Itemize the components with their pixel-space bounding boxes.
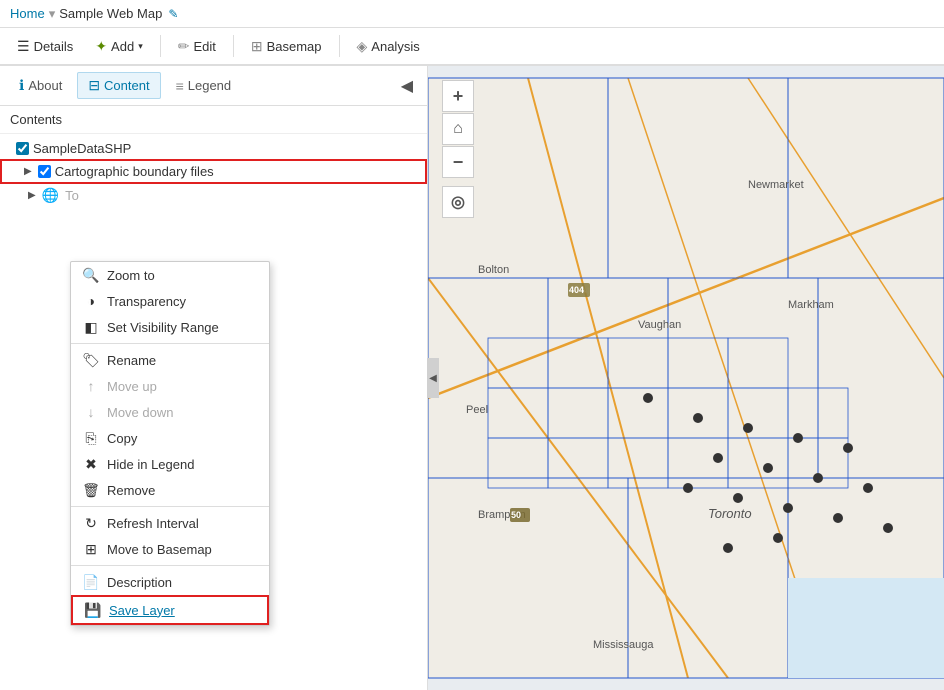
layer-checkbox-parent[interactable] <box>16 142 29 155</box>
ctx-copy[interactable]: ⎘ Copy <box>71 425 269 451</box>
layer-tree: SampleDataSHP ▶ Cartographic boundary fi… <box>0 134 427 211</box>
map-canvas: Newmarket Bolton Vaughan Markham Peel Br… <box>428 66 944 690</box>
panel-tabs: ℹ About ⊟ Content ≡ Legend ◀ <box>0 66 427 106</box>
ctx-sep-1 <box>71 343 269 344</box>
ctx-sep-3 <box>71 565 269 566</box>
svg-text:Toronto: Toronto <box>708 506 752 521</box>
ctx-hide-in-legend[interactable]: ✖ Hide in Legend <box>71 451 269 477</box>
globe-icon: 🌐 <box>42 187 59 204</box>
ctx-move-to-basemap[interactable]: ⊞ Move to Basemap <box>71 536 269 562</box>
ctx-transparency[interactable]: ◑ Transparency <box>71 288 269 314</box>
ctx-description[interactable]: 📄 Description <box>71 569 269 595</box>
toolbar: ☰ Details ✦ Add ▾ ✏ Edit ⊞ Basemap ◈ Ana… <box>0 28 944 66</box>
ctx-move-up: ↑ Move up <box>71 373 269 399</box>
tab-legend[interactable]: ≡ Legend <box>165 73 243 99</box>
tab-about[interactable]: ℹ About <box>8 72 73 99</box>
layer-item-highlighted[interactable]: ▶ Cartographic boundary files <box>0 159 427 184</box>
svg-text:404: 404 <box>569 285 584 295</box>
legend-icon: ≡ <box>176 78 184 94</box>
layer-expand-sub-icon: ▶ <box>28 190 36 201</box>
content-icon: ⊟ <box>88 77 100 94</box>
layer-checkbox-highlighted[interactable] <box>38 165 51 178</box>
details-icon: ☰ <box>17 38 30 55</box>
zoom-in-button[interactable]: + <box>442 80 474 112</box>
analysis-button[interactable]: ◈ Analysis <box>348 33 429 60</box>
map-area[interactable]: Newmarket Bolton Vaughan Markham Peel Br… <box>428 66 944 690</box>
add-icon: ✦ <box>95 38 107 55</box>
ctx-set-visibility-range[interactable]: ◧ Set Visibility Range <box>71 314 269 340</box>
main-layout: ℹ About ⊟ Content ≡ Legend ◀ Contents Sa… <box>0 66 944 690</box>
copy-icon: ⎘ <box>83 430 99 446</box>
ctx-rename[interactable]: 🏷 Rename <box>71 347 269 373</box>
add-dropdown-arrow: ▾ <box>138 41 143 52</box>
save-layer-icon: 💾 <box>85 602 101 618</box>
ctx-move-down: ↓ Move down <box>71 399 269 425</box>
locate-button[interactable]: ◎ <box>442 186 474 218</box>
map-title: Sample Web Map <box>59 6 162 21</box>
svg-text:Newmarket: Newmarket <box>748 179 804 191</box>
visibility-icon: ◧ <box>83 319 99 335</box>
details-button[interactable]: ☰ Details <box>8 33 82 60</box>
zoom-out-button[interactable]: − <box>442 146 474 178</box>
breadcrumb-sep: ▾ <box>49 6 56 22</box>
svg-text:Vaughan: Vaughan <box>638 319 681 331</box>
home-button[interactable]: ⌂ <box>442 113 474 145</box>
hide-legend-icon: ✖ <box>83 456 99 472</box>
basemap-icon: ⊞ <box>251 38 263 55</box>
ctrl-separator <box>442 179 474 185</box>
rename-icon: 🏷 <box>83 352 99 368</box>
home-link[interactable]: Home <box>10 6 45 21</box>
ctx-refresh-interval[interactable]: ↻ Refresh Interval <box>71 510 269 536</box>
panel-collapse-button[interactable]: ◀ <box>395 74 419 98</box>
analysis-icon: ◈ <box>357 38 368 55</box>
move-up-icon: ↑ <box>83 378 99 394</box>
move-down-icon: ↓ <box>83 404 99 420</box>
contents-header: Contents <box>0 106 427 134</box>
svg-text:50: 50 <box>511 510 521 520</box>
tab-content[interactable]: ⊟ Content <box>77 72 160 99</box>
svg-text:Markham: Markham <box>788 299 834 311</box>
panel-arrow[interactable]: ◀ <box>427 358 439 398</box>
layer-expand-icon: ▶ <box>24 166 32 177</box>
context-menu: 🔍 Zoom to ◑ Transparency ◧ Set Visibilit… <box>70 261 270 626</box>
basemap-ctx-icon: ⊞ <box>83 541 99 557</box>
ctx-save-layer[interactable]: 💾 Save Layer <box>71 595 269 625</box>
breadcrumb-bar: Home ▾ Sample Web Map ✎ <box>0 0 944 28</box>
transparency-icon: ◑ <box>83 293 99 309</box>
about-icon: ℹ <box>19 77 24 94</box>
ctx-remove[interactable]: 🗑 Remove <box>71 477 269 503</box>
svg-text:Mississauga: Mississauga <box>593 639 654 651</box>
description-icon: 📄 <box>83 574 99 590</box>
left-panel: ℹ About ⊟ Content ≡ Legend ◀ Contents Sa… <box>0 66 428 690</box>
refresh-icon: ↻ <box>83 515 99 531</box>
zoom-to-icon: 🔍 <box>83 267 99 283</box>
basemap-button[interactable]: ⊞ Basemap <box>242 33 331 60</box>
map-controls: + ⌂ − ◎ <box>442 80 474 218</box>
layer-item-parent[interactable]: SampleDataSHP <box>0 138 427 159</box>
ctx-sep-2 <box>71 506 269 507</box>
svg-text:Peel: Peel <box>466 404 488 416</box>
edit-title-icon[interactable]: ✎ <box>168 7 178 21</box>
layer-item-sub[interactable]: ▶ 🌐 To <box>0 184 427 207</box>
edit-icon: ✏ <box>178 38 190 55</box>
ctx-zoom-to[interactable]: 🔍 Zoom to <box>71 262 269 288</box>
svg-text:Bolton: Bolton <box>478 264 509 276</box>
add-button[interactable]: ✦ Add ▾ <box>86 33 151 60</box>
remove-icon: 🗑 <box>83 482 99 498</box>
edit-button[interactable]: ✏ Edit <box>169 33 225 60</box>
